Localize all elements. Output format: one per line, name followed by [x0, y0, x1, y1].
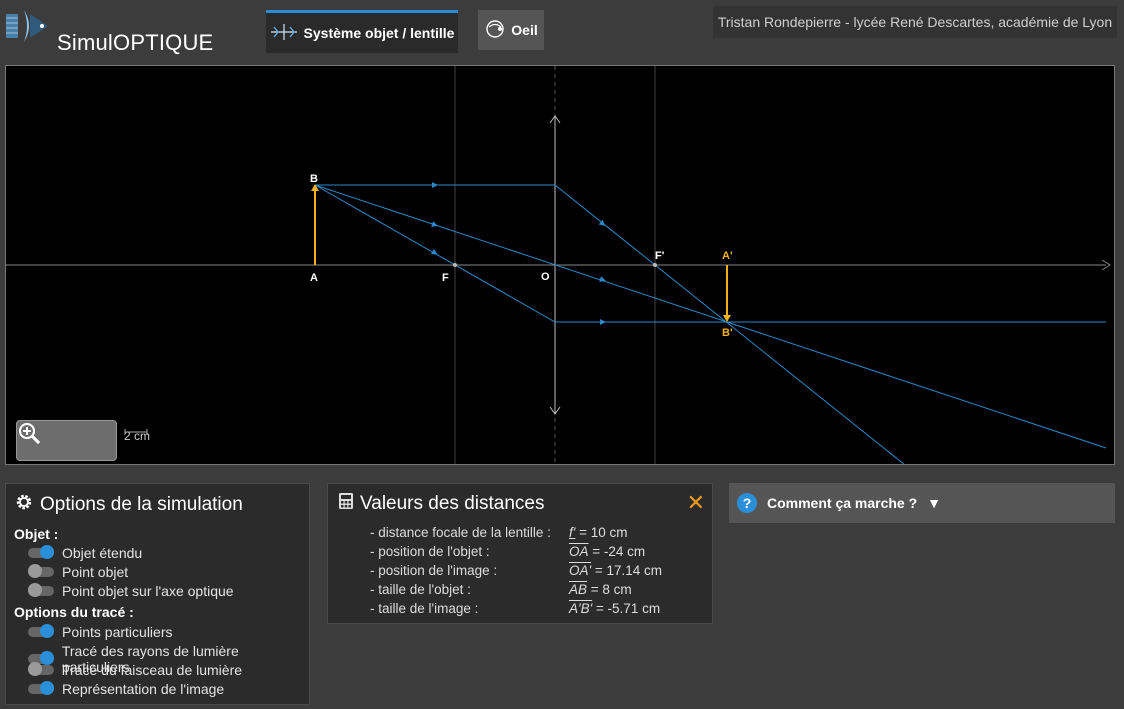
zoom-out-icon[interactable]: [19, 423, 99, 453]
image-position-value: OA' = 17.14 cm: [569, 563, 662, 578]
object-position-value: OA = -24 cm: [569, 544, 645, 559]
close-icon[interactable]: ✕: [687, 490, 705, 516]
image-position-label: - position de l'image :: [370, 563, 498, 578]
distance-values-panel: Valeurs des distances ✕ - distance focal…: [327, 483, 713, 624]
toggle-label: Objet étendu: [62, 545, 143, 561]
calculator-icon: [338, 492, 354, 516]
help-toggle[interactable]: ? Comment ça marche ? ▼: [729, 483, 1115, 523]
symbol: AB: [569, 582, 588, 597]
toggle-label: Point objet sur l'axe optique: [62, 583, 234, 599]
toggle-light-beam[interactable]: Tracé du faisceau de lumière: [28, 662, 242, 678]
focal-point-fprime: [653, 263, 657, 267]
app-logo-icon: [4, 6, 52, 46]
symbol: A'B': [569, 601, 593, 616]
value: = 10 cm: [575, 525, 628, 540]
toggle-switch[interactable]: [28, 545, 54, 559]
ray-arrow: [431, 221, 438, 227]
label-bprime: B': [722, 327, 733, 339]
lens-system-icon: [270, 22, 298, 45]
toggle-label: Point objet: [62, 564, 129, 580]
label-fprime: F': [655, 250, 665, 262]
object-size-value: AB = 8 cm: [569, 582, 632, 597]
ray-parallel: [315, 184, 905, 464]
toggle-point-object-on-axis[interactable]: Point objet sur l'axe optique: [28, 583, 234, 599]
gear-icon: [14, 492, 34, 518]
tab-object-lens-system[interactable]: Système objet / lentille: [266, 10, 458, 53]
value: = 8 cm: [587, 582, 632, 597]
scale-indicator: 2 cm: [124, 429, 150, 443]
author-credit: Tristan Rondepierre - lycée René Descart…: [713, 6, 1117, 38]
label-o: O: [541, 271, 550, 283]
label-a: A: [310, 272, 318, 284]
image-size-value: A'B' = -5.71 cm: [569, 601, 660, 616]
object-size-label: - taille de l'objet :: [370, 582, 471, 597]
image-size-label: - taille de l'image :: [370, 601, 479, 616]
label-aprime: A': [722, 250, 733, 262]
values-title: Valeurs des distances: [338, 492, 544, 516]
symbol: OA: [569, 544, 589, 559]
toggle-image-representation[interactable]: Représentation de l'image: [28, 681, 224, 697]
toggle-switch[interactable]: [28, 564, 54, 578]
object-position-label: - position de l'objet :: [370, 544, 490, 559]
help-label: Comment ça marche ?: [767, 495, 918, 511]
optical-diagram: B A F O F' A' B': [6, 66, 1111, 464]
simulation-canvas[interactable]: B A F O F' A' B' 2 cm: [5, 65, 1115, 465]
toggle-point-object[interactable]: Point objet: [28, 564, 128, 580]
toggle-label: Tracé du faisceau de lumière: [62, 662, 243, 678]
ray-arrow: [599, 276, 606, 282]
toggle-label: Représentation de l'image: [62, 681, 225, 697]
value: = -24 cm: [588, 544, 646, 559]
toggle-particular-points[interactable]: Points particuliers: [28, 624, 173, 640]
label-b: B: [310, 173, 318, 185]
eye-icon: [484, 19, 508, 42]
value: = -5.71 cm: [592, 601, 661, 616]
value: = 17.14 cm: [591, 563, 663, 578]
chevron-down-icon: ▼: [927, 495, 942, 511]
ray-arrow: [432, 182, 438, 188]
ray-arrow: [430, 248, 438, 255]
label-f: F: [442, 272, 449, 284]
tab-eye-label: Oeil: [511, 22, 538, 38]
tab-object-lens-label: Système objet / lentille: [303, 25, 455, 41]
focal-length-value: f' = 10 cm: [569, 525, 627, 540]
app-title: SimulOPTIQUE: [57, 30, 214, 55]
tab-eye[interactable]: Oeil: [478, 10, 544, 50]
toggle-label: Points particuliers: [62, 624, 173, 640]
options-title-text: Options de la simulation: [40, 494, 243, 515]
help-icon: ?: [737, 493, 757, 513]
toggle-switch[interactable]: [28, 662, 54, 676]
focal-length-label: - distance focale de la lentille :: [370, 525, 551, 540]
toggle-switch[interactable]: [28, 624, 54, 638]
scale-bar-icon: [124, 429, 148, 435]
zoom-controls: [16, 420, 117, 461]
options-title: Options de la simulation: [14, 492, 243, 518]
simulation-options-panel: Options de la simulation Objet : Objet é…: [5, 483, 310, 705]
focal-point-f: [453, 263, 457, 267]
toggle-switch[interactable]: [28, 583, 54, 597]
trace-section-label: Options du tracé :: [14, 604, 134, 620]
symbol: OA': [569, 563, 592, 578]
ray-arrow: [600, 319, 606, 325]
toggle-extended-object[interactable]: Objet étendu: [28, 545, 142, 561]
object-section-label: Objet :: [14, 526, 59, 542]
toggle-switch[interactable]: [28, 681, 54, 695]
values-title-text: Valeurs des distances: [360, 493, 545, 514]
